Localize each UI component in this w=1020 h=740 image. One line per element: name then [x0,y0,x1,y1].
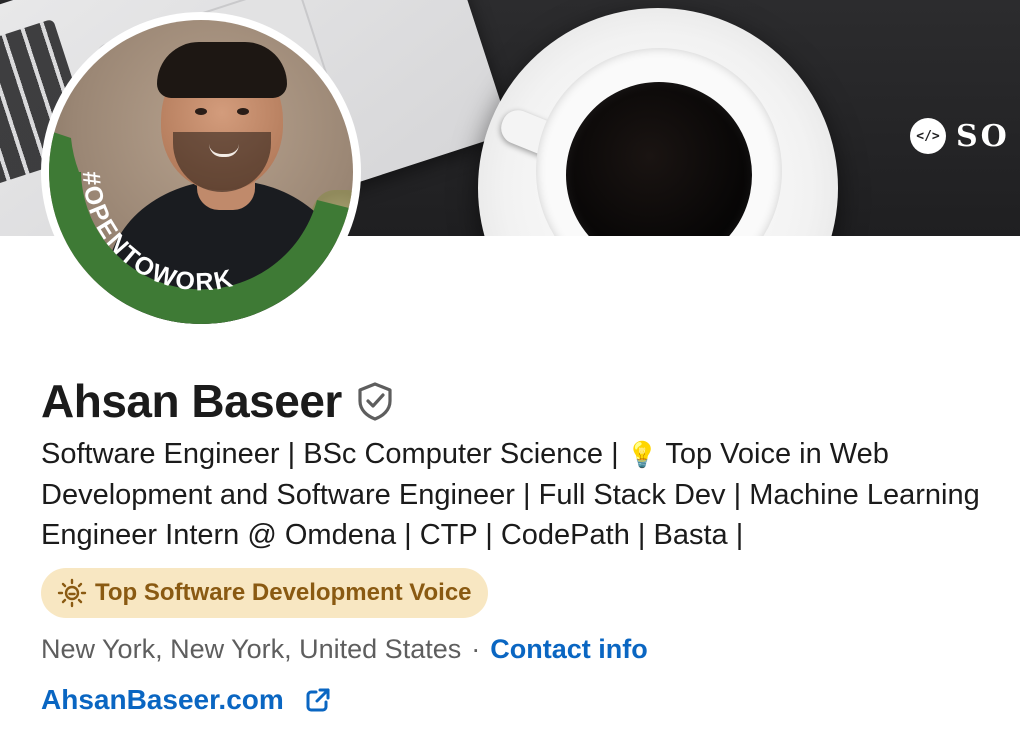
website-link[interactable]: AhsanBaseer.com [41,684,284,716]
code-icon: </> [910,118,946,154]
separator-dot: · [471,634,481,664]
banner-brand-text: SO [956,118,1010,154]
open-to-work-ring: #OPENTOWORK [49,132,349,324]
banner-brand-logo: </> SO [910,118,1010,154]
location-row: New York, New York, United States · Cont… [41,634,648,665]
name-row: Ahsan Baseer [41,374,394,428]
lightbulb-emoji-icon: 💡 [626,441,658,469]
lightbulb-icon [57,578,87,608]
profile-photo-frame[interactable]: #OPENTOWORK [41,12,361,332]
shield-check-icon[interactable] [356,381,394,421]
top-voice-badge[interactable]: Top Software Development Voice [41,568,488,618]
profile-name: Ahsan Baseer [41,375,342,427]
profile-photo[interactable]: #OPENTOWORK [49,20,353,324]
external-link-icon[interactable] [304,686,332,714]
top-voice-badge-label: Top Software Development Voice [95,579,472,606]
website-row: AhsanBaseer.com [41,684,332,716]
profile-headline: Software Engineer | BSc Computer Science… [41,434,1001,555]
contact-info-link[interactable]: Contact info [490,634,647,665]
headline-text-start: Software Engineer | BSc Computer Science… [41,438,627,470]
profile-location: New York, New York, United States [41,634,462,664]
open-to-work-band-tail [49,132,79,172]
